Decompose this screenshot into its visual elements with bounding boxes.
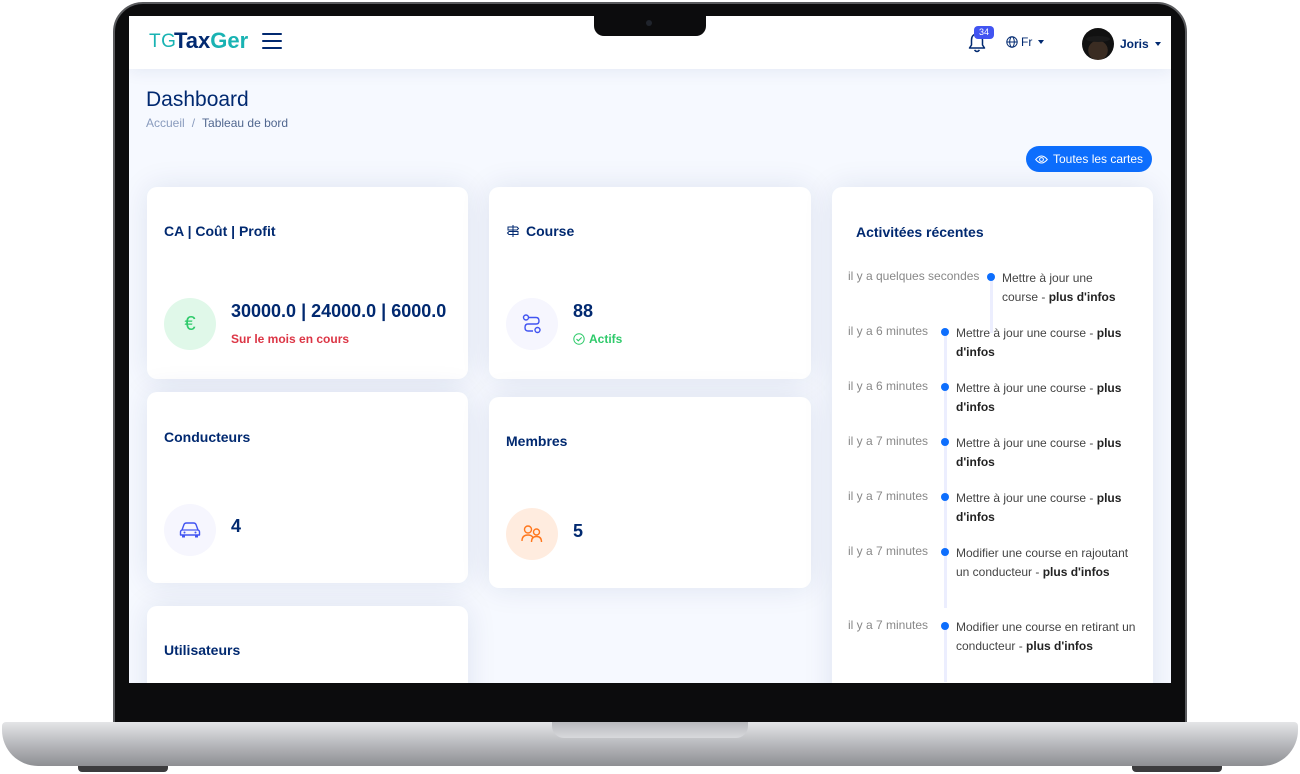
card-conducteurs-title: Conducteurs bbox=[164, 429, 251, 445]
more-info-link[interactable]: plus d'infos bbox=[1043, 565, 1110, 579]
people-icon bbox=[506, 508, 558, 560]
activity-dot bbox=[940, 618, 950, 683]
activity-time: il y a quelques secondes bbox=[848, 269, 980, 283]
card-course-sub: Actifs bbox=[589, 332, 623, 346]
camera-icon bbox=[646, 20, 652, 26]
activity-text: Mettre à jour une course - plus d'infos bbox=[956, 436, 1122, 469]
card-ca: CA | Coût | Profit € 30000.0 | 24000.0 |… bbox=[147, 187, 468, 379]
activity-title: Activitées récentes bbox=[856, 224, 984, 240]
all-cards-button[interactable]: Toutes les cartes bbox=[1026, 146, 1153, 172]
logo-text-main: Tax bbox=[174, 28, 211, 53]
activity-text: Modifier une course en retirant un condu… bbox=[956, 620, 1136, 653]
activity-list: il y a quelques secondes Mettre à jour u… bbox=[848, 269, 1138, 683]
logo[interactable]: TaxGer bbox=[174, 28, 248, 54]
card-course-value: 88 bbox=[573, 301, 594, 321]
activity-item: il y a 7 minutes Modifier une course en … bbox=[848, 544, 1138, 618]
camera-notch bbox=[594, 16, 706, 36]
activity-text: Mettre à jour une course - plus d'infos bbox=[1002, 271, 1116, 304]
profile-name: Joris bbox=[1120, 37, 1149, 51]
laptop-foot-right bbox=[1132, 766, 1222, 772]
breadcrumb-current: Tableau de bord bbox=[202, 116, 289, 130]
more-info-link[interactable]: plus d'infos bbox=[1026, 639, 1093, 653]
card-course-status: Actifs bbox=[573, 332, 622, 346]
activity-dot bbox=[940, 434, 950, 498]
card-utilisateurs-title: Utilisateurs bbox=[164, 642, 241, 658]
card-conducteurs-value: 4 bbox=[231, 516, 242, 536]
activity-dot bbox=[940, 489, 950, 553]
card-utilisateurs: Utilisateurs bbox=[147, 606, 468, 683]
screen: TG TaxGer 34 Fr Joris Dashboard Accueil bbox=[129, 16, 1171, 683]
card-course: Course 88 Actifs bbox=[489, 187, 811, 379]
card-course-title: Course bbox=[526, 223, 575, 239]
card-ca-sub: Sur le mois en cours bbox=[231, 332, 350, 346]
activity-text: Mettre à jour une course - plus d'infos bbox=[956, 326, 1122, 359]
menu-toggle-icon[interactable] bbox=[262, 33, 282, 49]
activity-item: il y a 7 minutes Mettre à jour une cours… bbox=[848, 489, 1138, 553]
activity-time: il y a 6 minutes bbox=[848, 379, 929, 393]
check-circle-icon bbox=[573, 333, 585, 345]
activity-dot bbox=[986, 269, 996, 333]
activity-dot bbox=[940, 544, 950, 618]
activity-time: il y a 7 minutes bbox=[848, 489, 929, 503]
language-dropdown[interactable]: Fr bbox=[1006, 33, 1045, 51]
card-ca-value: 30000.0 | 24000.0 | 6000.0 bbox=[231, 301, 447, 321]
card-course-header: Course bbox=[506, 223, 574, 239]
chevron-down-icon bbox=[1038, 40, 1045, 44]
eye-icon bbox=[1035, 155, 1048, 163]
activity-dot bbox=[940, 379, 950, 443]
logo-mark: TG bbox=[149, 31, 177, 52]
more-info-link[interactable]: plus d'infos bbox=[1049, 290, 1116, 304]
all-cards-label: Toutes les cartes bbox=[1053, 152, 1144, 166]
activity-item: il y a 7 minutes Modifier une course en … bbox=[848, 618, 1138, 683]
page-title: Dashboard bbox=[146, 88, 249, 111]
page-title-block: Dashboard Accueil / Tableau de bord bbox=[146, 88, 288, 130]
activity-dot bbox=[940, 324, 950, 388]
activity-time: il y a 6 minutes bbox=[848, 324, 929, 338]
profile-dropdown[interactable]: Joris bbox=[1082, 28, 1161, 60]
activity-text: Mettre à jour une course - plus d'infos bbox=[956, 491, 1122, 524]
activity-item: il y a 6 minutes Mettre à jour une cours… bbox=[848, 379, 1138, 443]
activity-text: Mettre à jour une course - plus d'infos bbox=[956, 381, 1122, 414]
activity-item: il y a 7 minutes Mettre à jour une cours… bbox=[848, 434, 1138, 498]
car-icon bbox=[164, 504, 216, 556]
card-conducteurs: Conducteurs 4 bbox=[147, 392, 468, 583]
breadcrumb-separator: / bbox=[191, 116, 196, 130]
card-membres-title: Membres bbox=[506, 433, 568, 449]
card-ca-title: CA | Coût | Profit bbox=[164, 223, 276, 239]
activity-text: Modifier une course en rajoutant un cond… bbox=[956, 546, 1129, 579]
notification-badge: 34 bbox=[974, 26, 994, 39]
logo-text-accent: Ger bbox=[210, 28, 249, 53]
language-label: Fr bbox=[1021, 35, 1033, 49]
card-membres-value: 5 bbox=[573, 521, 584, 541]
activity-time: il y a 7 minutes bbox=[848, 618, 929, 632]
avatar bbox=[1082, 28, 1114, 60]
globe-icon bbox=[1006, 36, 1018, 48]
euro-icon: € bbox=[164, 298, 216, 350]
activity-item: il y a quelques secondes Mettre à jour u… bbox=[848, 269, 1138, 333]
laptop-foot-left bbox=[78, 766, 168, 772]
activity-time: il y a 7 minutes bbox=[848, 544, 929, 558]
card-activity: Activitées récentes il y a quelques seco… bbox=[832, 187, 1153, 683]
laptop-hinge bbox=[552, 722, 748, 738]
activity-time: il y a 7 minutes bbox=[848, 434, 929, 448]
chevron-down-icon bbox=[1154, 42, 1161, 46]
breadcrumb: Accueil / Tableau de bord bbox=[146, 116, 288, 130]
signpost-icon bbox=[506, 225, 520, 237]
activity-item: il y a 6 minutes Mettre à jour une cours… bbox=[848, 324, 1138, 388]
route-icon bbox=[506, 298, 558, 350]
card-membres: Membres 5 bbox=[489, 397, 811, 588]
breadcrumb-home[interactable]: Accueil bbox=[146, 116, 185, 130]
